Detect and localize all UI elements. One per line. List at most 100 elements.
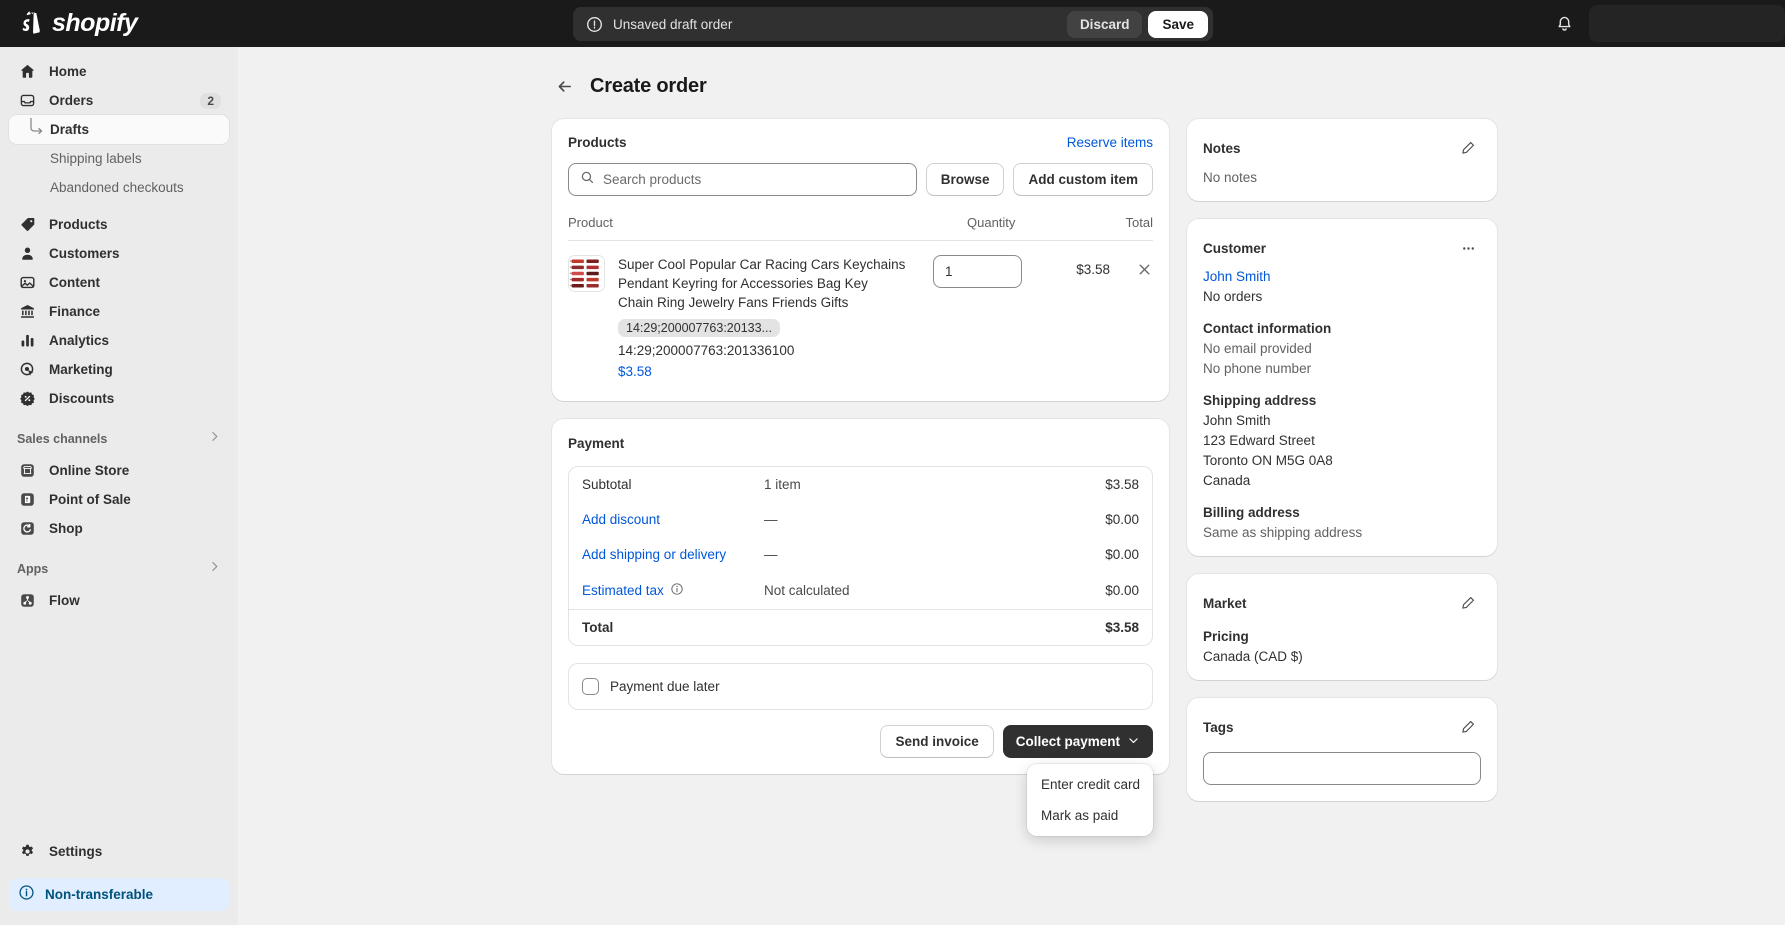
- total-label: Total: [582, 620, 614, 636]
- shopify-logo[interactable]: shopify: [21, 9, 138, 38]
- sidebar-item-home[interactable]: Home: [9, 57, 229, 86]
- payment-row-detail: Not calculated: [764, 583, 850, 599]
- search-products-input[interactable]: [603, 172, 905, 187]
- add-shipping-link[interactable]: Add shipping or delivery: [582, 547, 764, 562]
- shopify-admin-window: shopify Unsaved draft order Discard Save: [0, 0, 1785, 925]
- sales-channels-section-header[interactable]: Sales channels: [9, 424, 229, 454]
- top-bar: shopify Unsaved draft order Discard Save: [0, 0, 1785, 47]
- customer-name-link[interactable]: John Smith: [1203, 269, 1481, 284]
- sidebar-item-label: Settings: [49, 844, 103, 859]
- payment-due-later-checkbox[interactable]: [582, 678, 599, 696]
- col-header-total: Total: [1125, 215, 1153, 230]
- sidebar-item-flow[interactable]: Flow: [9, 586, 229, 615]
- sidebar-item-abandoned-checkouts[interactable]: Abandoned checkouts: [9, 173, 229, 202]
- apps-title: Apps: [17, 562, 49, 576]
- estimated-tax-link[interactable]: Estimated tax: [582, 583, 664, 598]
- variant-badge: 14:29;200007763:20133...: [618, 319, 780, 338]
- save-button[interactable]: Save: [1148, 10, 1208, 38]
- sidebar-item-shipping-labels[interactable]: Shipping labels: [9, 144, 229, 173]
- content-icon: [17, 273, 38, 293]
- sidebar-item-finance[interactable]: Finance: [9, 297, 229, 326]
- sidebar-item-analytics[interactable]: Analytics: [9, 326, 229, 355]
- add-discount-link[interactable]: Add discount: [582, 512, 764, 527]
- quantity-input[interactable]: [933, 255, 1022, 288]
- search-products-box[interactable]: [568, 163, 917, 196]
- sidebar-item-label: Marketing: [49, 362, 113, 377]
- non-transferable-banner[interactable]: Non-transferable: [9, 878, 229, 911]
- customer-card: Customer John Smith No orders Contact in…: [1187, 219, 1497, 556]
- sidebar-item-online-store[interactable]: Online Store: [9, 456, 229, 485]
- person-icon: [17, 244, 38, 264]
- sidebar-item-customers[interactable]: Customers: [9, 239, 229, 268]
- bell-icon: [1557, 16, 1571, 31]
- payment-row-discount: Add discount — $0.00: [569, 502, 1152, 537]
- reserve-items-link[interactable]: Reserve items: [1067, 135, 1153, 150]
- non-transferable-label: Non-transferable: [45, 887, 154, 902]
- customer-more-actions-button[interactable]: [1455, 235, 1481, 261]
- page-title: Create order: [590, 74, 707, 97]
- sidebar-item-products[interactable]: Products: [9, 210, 229, 239]
- edit-tags-button[interactable]: [1455, 714, 1481, 740]
- info-icon[interactable]: [670, 582, 684, 599]
- sidebar-item-label: Discounts: [49, 391, 115, 406]
- sidebar-item-marketing[interactable]: Marketing: [9, 355, 229, 384]
- sidebar-item-label: Shop: [49, 521, 83, 536]
- browse-button[interactable]: Browse: [925, 163, 1005, 196]
- right-column: Notes No notes Customer John Smith No or…: [1187, 119, 1497, 819]
- store-account-button[interactable]: [1589, 5, 1785, 42]
- line-item-total: $3.58: [1076, 262, 1110, 277]
- shopify-wordmark: shopify: [52, 9, 138, 37]
- payment-row-total: Total $3.58: [569, 609, 1152, 645]
- line-item-unit-price[interactable]: $3.58: [618, 364, 906, 379]
- customer-email: No email provided: [1203, 341, 1312, 356]
- orders-icon: [17, 91, 38, 111]
- sidebar-item-label: Orders: [49, 93, 94, 108]
- orders-count-badge: 2: [200, 92, 221, 109]
- apps-section-header[interactable]: Apps: [9, 554, 229, 584]
- back-arrow-icon[interactable]: [552, 74, 576, 98]
- line-item-title: Super Cool Popular Car Racing Cars Keych…: [618, 257, 906, 311]
- sidebar-item-content[interactable]: Content: [9, 268, 229, 297]
- menu-item-mark-as-paid[interactable]: Mark as paid: [1032, 800, 1148, 831]
- payment-due-later-box: Payment due later: [568, 663, 1153, 711]
- main-content: Create order Products Reserve items Sear…: [238, 47, 1785, 925]
- tag-icon: [17, 215, 38, 235]
- payment-row-amount: $0.00: [1105, 583, 1139, 599]
- col-header-product: Product: [568, 215, 613, 230]
- collect-payment-menu: Enter credit card Mark as paid: [1027, 764, 1153, 837]
- sidebar-subitem-label: Shipping labels: [50, 151, 142, 166]
- payment-due-later-label: Payment due later: [610, 679, 720, 695]
- sidebar-item-discounts[interactable]: Discounts: [9, 384, 229, 413]
- line-item-info: Super Cool Popular Car Racing Cars Keych…: [618, 255, 920, 379]
- payment-row-detail: —: [764, 512, 778, 528]
- sidebar-item-orders[interactable]: Orders 2: [9, 86, 229, 115]
- market-title: Market: [1203, 595, 1247, 611]
- flow-icon: [17, 591, 38, 611]
- sidebar-item-point-of-sale[interactable]: Point of Sale: [9, 485, 229, 514]
- send-invoice-button[interactable]: Send invoice: [880, 725, 994, 759]
- sidebar-item-label: Flow: [49, 593, 80, 608]
- sidebar-item-settings[interactable]: Settings: [9, 837, 229, 866]
- collect-payment-button[interactable]: Collect payment: [1002, 725, 1153, 759]
- sidebar-item-label: Finance: [49, 304, 101, 319]
- sidebar-item-drafts[interactable]: Drafts: [9, 115, 229, 144]
- menu-item-enter-credit-card[interactable]: Enter credit card: [1032, 769, 1148, 800]
- alert-icon: [587, 16, 602, 32]
- sidebar-item-shop[interactable]: Shop: [9, 514, 229, 543]
- bank-icon: [17, 302, 38, 322]
- add-custom-item-button[interactable]: Add custom item: [1013, 163, 1153, 196]
- edit-market-button[interactable]: [1455, 590, 1481, 616]
- pos-icon: [17, 490, 38, 510]
- discard-button[interactable]: Discard: [1066, 10, 1143, 38]
- collect-payment-label: Collect payment: [1015, 734, 1120, 750]
- edit-notes-button[interactable]: [1455, 135, 1481, 161]
- search-icon: [580, 170, 595, 190]
- shipping-address-line: Toronto ON M5G 0A8: [1203, 453, 1333, 468]
- payment-row-detail: 1 item: [764, 477, 801, 493]
- tags-input[interactable]: [1203, 752, 1481, 785]
- notifications-bell-button[interactable]: [1549, 9, 1579, 39]
- payment-row-shipping: Add shipping or delivery — $0.00: [569, 537, 1152, 572]
- sidebar-item-label: Content: [49, 275, 100, 290]
- remove-line-item-button[interactable]: [1123, 255, 1153, 379]
- page-header: Create order: [238, 47, 1785, 98]
